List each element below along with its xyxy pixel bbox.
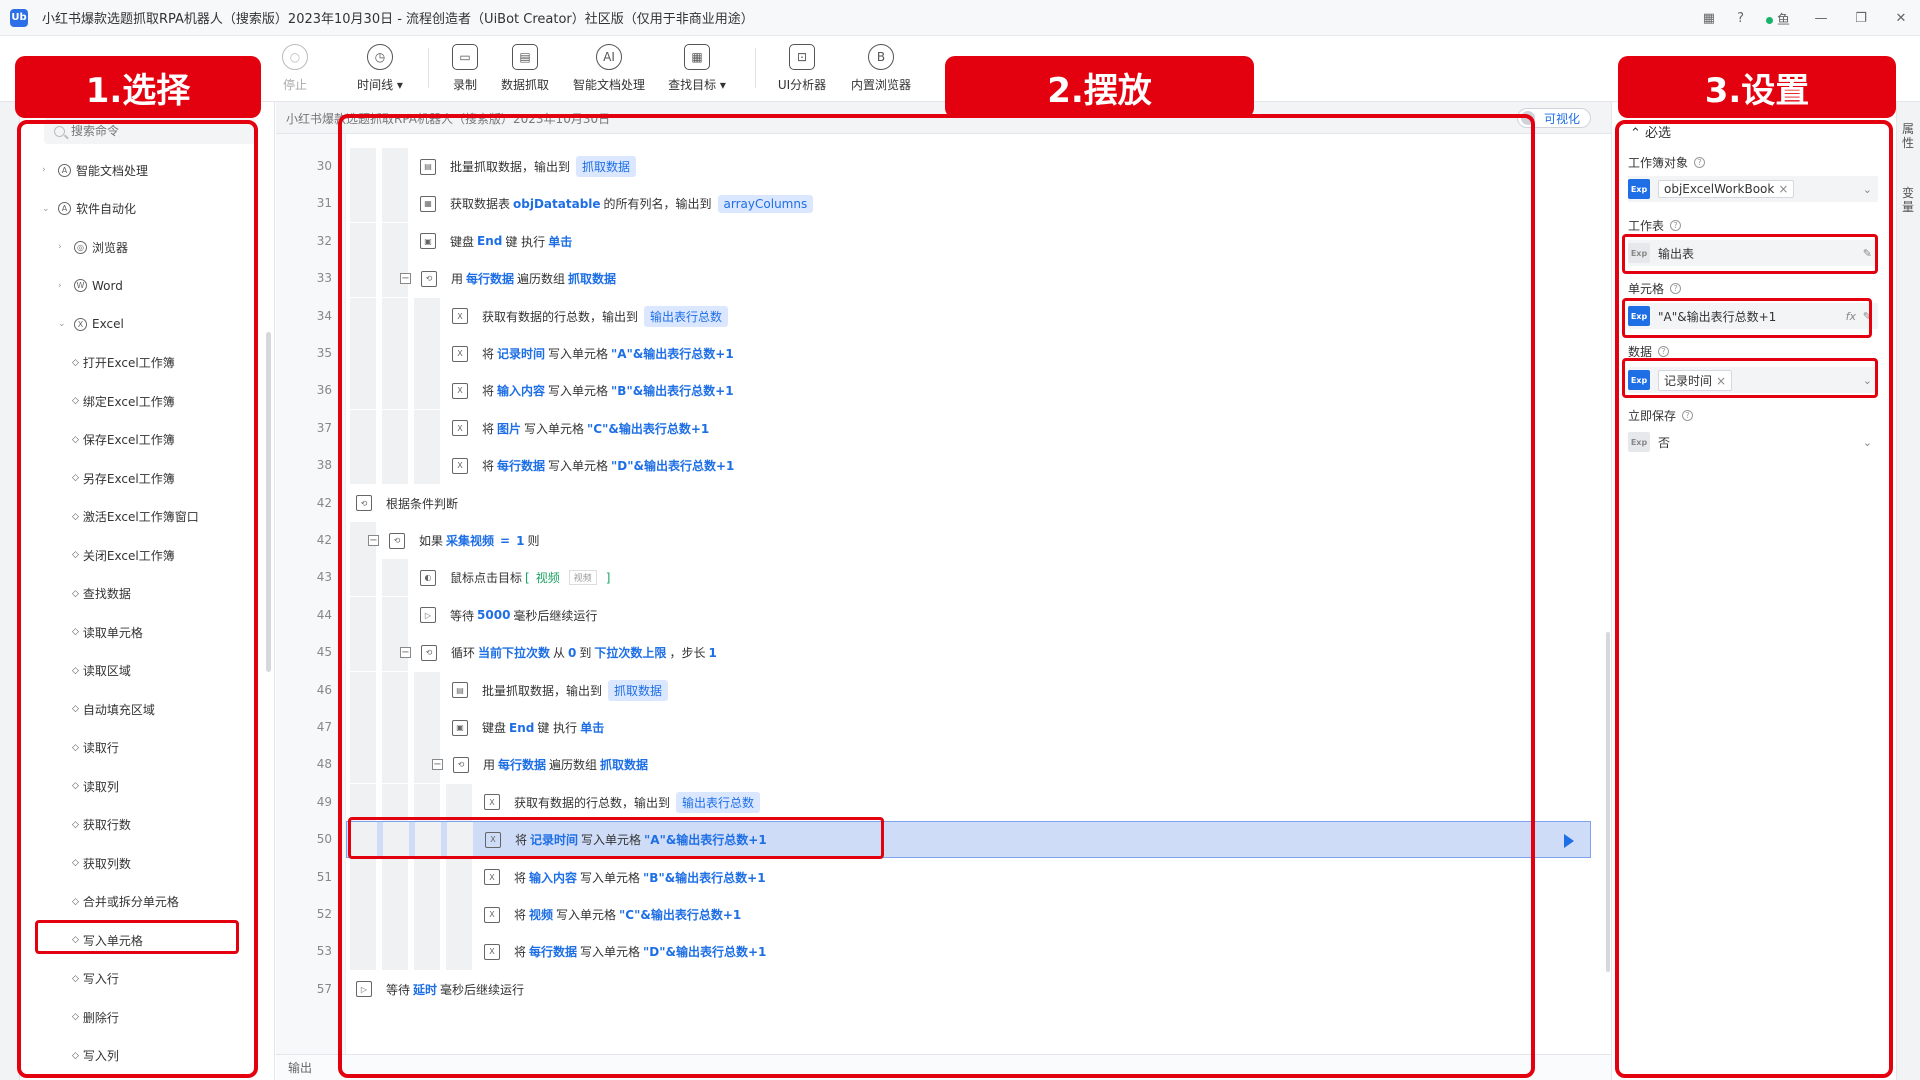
- ui-analyzer-label: UI分析器: [777, 78, 827, 92]
- browser-icon: B: [868, 44, 894, 70]
- line-number: 51: [316, 869, 332, 884]
- annotation-highlight-sheet: [1622, 234, 1878, 274]
- user-name: 鱼: [1776, 12, 1790, 28]
- ai-icon: AI: [596, 44, 622, 70]
- line-number: 48: [316, 757, 332, 772]
- app-logo: Ub: [10, 8, 28, 27]
- right-rail: 属性 变量: [1896, 102, 1920, 1080]
- annotation-highlight-cell: [1622, 298, 1872, 338]
- line-number: 33: [316, 271, 332, 286]
- browser-label: 内置浏览器: [850, 78, 911, 92]
- close-button[interactable]: ✕: [1892, 11, 1910, 26]
- data-capture-label: 数据抓取: [500, 78, 549, 92]
- line-number: 57: [316, 981, 332, 996]
- line-number: 47: [316, 720, 332, 734]
- editor-scrollbar[interactable]: [1606, 632, 1610, 972]
- line-number: 38: [316, 458, 332, 473]
- annotation-label-settings: 3.设置: [1618, 56, 1896, 118]
- line-number: 37: [316, 420, 332, 435]
- line-number: 49: [316, 794, 332, 809]
- line-number: 53: [316, 944, 332, 959]
- find-target-icon: ▦: [684, 44, 710, 70]
- stop-icon: ○: [282, 44, 308, 70]
- record-icon: ▭: [452, 44, 478, 70]
- annotation-highlight-write-cell: [35, 920, 239, 954]
- grid-icon[interactable]: ▦: [1703, 11, 1715, 26]
- variables-tab[interactable]: 变量: [1901, 186, 1915, 214]
- line-number: 45: [316, 645, 332, 660]
- line-number: 35: [316, 346, 332, 360]
- line-number: 32: [316, 233, 332, 248]
- line-number: 36: [316, 383, 332, 398]
- record-label: 录制: [452, 78, 477, 92]
- annotation-highlight-data: [1622, 358, 1878, 398]
- smart-doc-label: 智能文档处理: [572, 78, 645, 92]
- minimize-button[interactable]: —: [1812, 11, 1830, 26]
- line-number: 30: [316, 159, 332, 173]
- timeline-button[interactable]: ◷ 时间线 ▾: [345, 44, 415, 93]
- ui-analyzer-button[interactable]: ⊡ UI分析器: [767, 44, 837, 93]
- title-bar: Ub 小红书爆款选题抓取RPA机器人（搜索版）2023年10月30日 - 流程创…: [0, 0, 1920, 36]
- clock-icon: ◷: [367, 44, 393, 70]
- find-target-button[interactable]: ▦ 查找目标 ▾: [662, 44, 732, 93]
- properties-tab[interactable]: 属性: [1901, 122, 1915, 150]
- line-number: 31: [316, 196, 332, 211]
- line-number: 34: [316, 308, 332, 323]
- builtin-browser-button[interactable]: B 内置浏览器: [846, 44, 916, 93]
- line-number: 42: [316, 533, 332, 547]
- toolbar-divider: [755, 48, 756, 88]
- window-controls: ▦ ? 鱼 — ❐ ✕: [1703, 0, 1910, 36]
- stop-label: 停止: [282, 78, 307, 92]
- line-number: 50: [316, 832, 332, 847]
- data-capture-icon: ▤: [512, 44, 538, 70]
- ui-analyzer-icon: ⊡: [789, 44, 815, 70]
- smart-doc-button[interactable]: AI 智能文档处理: [569, 44, 649, 93]
- maximize-button[interactable]: ❐: [1852, 11, 1870, 26]
- stop-button[interactable]: ○ 停止: [260, 44, 330, 93]
- user-menu[interactable]: 鱼: [1765, 9, 1790, 28]
- timeline-label: 时间线 ▾: [357, 78, 403, 92]
- play-icon[interactable]: [1564, 834, 1574, 849]
- find-target-label: 查找目标 ▾: [668, 78, 726, 92]
- line-number: 46: [316, 682, 332, 697]
- online-dot: [1765, 16, 1773, 24]
- annotation-box-place: [338, 114, 1535, 1078]
- left-scrollbar[interactable]: [266, 332, 271, 672]
- help-icon[interactable]: ?: [1737, 11, 1744, 26]
- line-number: 42: [316, 495, 332, 510]
- line-number: 52: [316, 907, 332, 921]
- annotation-label-place: 2.摆放: [945, 56, 1254, 118]
- data-capture-button[interactable]: ▤ 数据抓取: [490, 44, 560, 93]
- annotation-highlight-row-50: [348, 817, 884, 859]
- toolbar-divider: [428, 48, 429, 88]
- annotation-label-select: 1.选择: [15, 56, 261, 118]
- line-number: 43: [316, 570, 332, 585]
- window-title: 小红书爆款选题抓取RPA机器人（搜索版）2023年10月30日 - 流程创造者（…: [42, 12, 754, 27]
- line-number: 44: [316, 607, 332, 622]
